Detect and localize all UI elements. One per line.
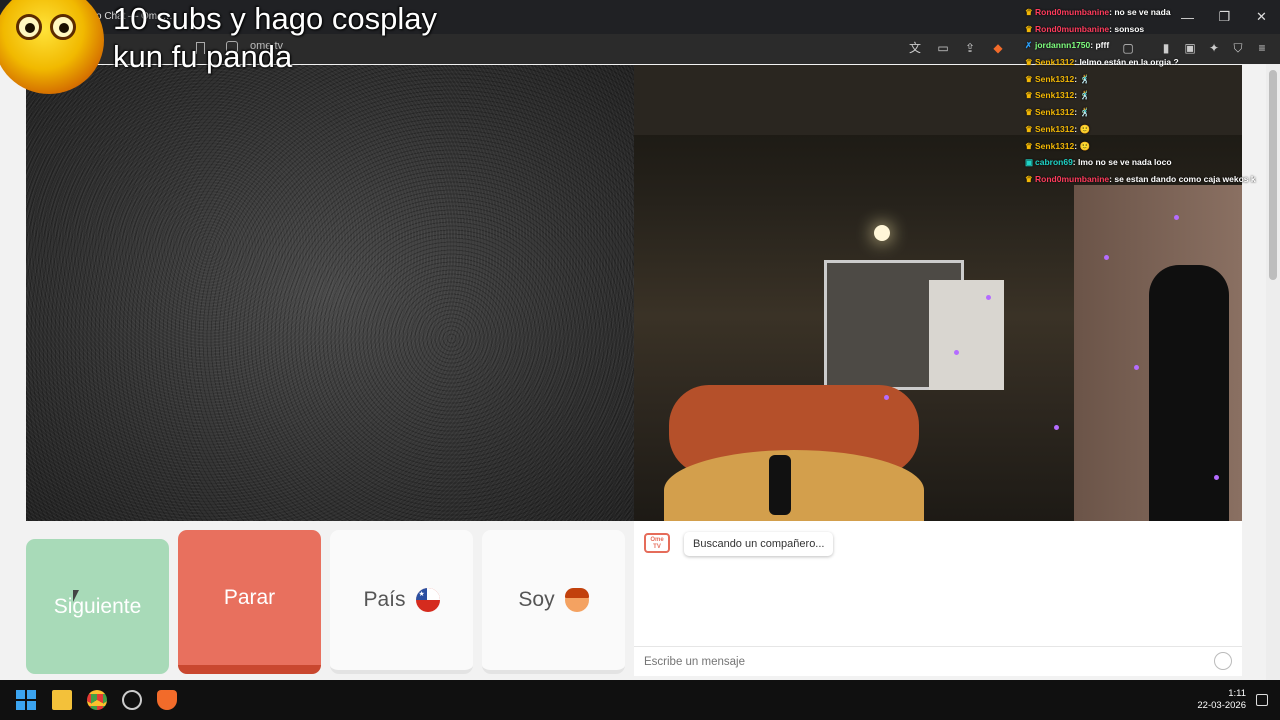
chat-text: se estan dando como caja wekos k <box>1114 173 1256 184</box>
system-clock[interactable]: 1:11 22-03-2026 <box>1197 688 1246 712</box>
chat-badge-icon: ✗ <box>1025 40 1033 51</box>
avatar-eye <box>50 14 76 40</box>
windows-start-icon[interactable] <box>16 690 36 710</box>
chat-username: Rond0mumbanine <box>1035 23 1110 34</box>
chat-message: ♛ Senk1312: 🕺 <box>1025 71 1275 88</box>
status-message: Buscando un compañero... <box>684 532 834 556</box>
chat-message: ♛ Senk1312: 🕺 <box>1025 87 1275 104</box>
chat-username: Senk1312 <box>1035 123 1075 134</box>
disco-light-dot <box>986 295 991 300</box>
chile-flag-icon: ★ <box>415 588 440 612</box>
country-button[interactable]: País ★ <box>330 530 473 674</box>
disco-light-dot <box>1054 425 1059 430</box>
next-label: Siguiente <box>53 594 142 618</box>
translate-icon[interactable]: 文 <box>908 41 922 55</box>
disco-light-dot <box>1174 215 1179 220</box>
chat-text: lmo no se ve nada loco <box>1078 157 1172 168</box>
crown-badge-icon: ♛ <box>1025 23 1033 34</box>
microphone <box>769 455 791 515</box>
crown-badge-icon: ♛ <box>1025 7 1033 17</box>
crown-badge-icon: ♛ <box>1025 57 1033 68</box>
chat-message: ♛ Rond0mumbanine: sonsos <box>1025 21 1275 38</box>
chat-message: ✗ jordannn1750: pfff <box>1025 37 1275 54</box>
chat-username: Senk1312 <box>1035 140 1075 151</box>
stream-overlay-text: 10 subs y hago cosplay kun fu panda <box>113 0 437 76</box>
stream-chat-overlay: ♛ Rond0mumbanine: no se ve nada ♛ Rond0mumb… <box>1025 4 1275 188</box>
chat-message: ♛ Senk1312: 🕺 <box>1025 104 1275 121</box>
notifications-icon[interactable] <box>1256 694 1268 706</box>
chat-text: 🕺 <box>1079 107 1091 118</box>
chat-message: ♛ Rond0mumbanine: se estan dando como caj… <box>1025 171 1275 188</box>
chat-message: ♛ Senk1312: 🙂 <box>1025 138 1275 155</box>
chat-text: sonsos <box>1114 23 1145 34</box>
chat-text: 🕺 <box>1079 73 1091 84</box>
chat-badge-icon: ▣ <box>1025 157 1034 168</box>
ceiling-light <box>874 225 890 241</box>
round-table <box>664 450 924 521</box>
brave-browser-icon[interactable] <box>157 690 177 710</box>
chrome-icon[interactable] <box>87 690 107 710</box>
clock-time: 1:11 <box>1228 688 1246 699</box>
next-button[interactable]: Siguiente <box>26 539 169 674</box>
crown-badge-icon: ♛ <box>1025 73 1033 84</box>
stop-button[interactable]: Parar <box>178 530 321 674</box>
disco-light-dot <box>1104 255 1109 260</box>
overlay-line-2: kun fu panda <box>113 39 293 74</box>
obs-icon[interactable] <box>122 690 142 710</box>
overlay-line-1: 10 subs y hago cosplay <box>113 1 437 36</box>
chat-message: ♛ Senk1312: lelmo están en la orgia ? <box>1025 54 1275 71</box>
ome-tv-logo-icon: Ome TV <box>644 533 670 553</box>
chat-username: Rond0mumbanine <box>1035 173 1110 184</box>
white-sheet <box>929 280 1004 390</box>
chat-text: no se ve nada <box>1114 7 1171 17</box>
chat-username: jordannn1750 <box>1035 40 1091 51</box>
chat-text: lelmo están en la orgia ? <box>1079 57 1179 68</box>
disco-light-dot <box>884 395 889 400</box>
clock-date: 22-03-2026 <box>1197 700 1246 711</box>
crown-badge-icon: ♛ <box>1025 123 1033 134</box>
share-icon[interactable]: ⇪ <box>963 41 977 55</box>
chat-text: 🙂 <box>1079 140 1091 151</box>
brave-shield-icon[interactable]: ◆ <box>991 41 1005 55</box>
chat-username: cabron69 <box>1035 157 1073 168</box>
chat-username: Rond0mumbanine <box>1035 7 1110 17</box>
disco-light-dot <box>954 350 959 355</box>
file-explorer-icon[interactable] <box>52 690 72 710</box>
disco-light-dot <box>1134 365 1139 370</box>
chat-message: ▣ cabron69: lmo no se ve nada loco <box>1025 154 1275 171</box>
crown-badge-icon: ♛ <box>1025 90 1033 101</box>
chat-username: Senk1312 <box>1035 73 1075 84</box>
crown-badge-icon: ♛ <box>1025 140 1033 151</box>
disco-light-dot <box>1214 475 1219 480</box>
chat-text: pfff <box>1095 40 1110 51</box>
windows-taskbar: 1:11 22-03-2026 <box>0 680 1280 720</box>
chat-message: ♛ Senk1312: 🙂 <box>1025 121 1275 138</box>
standing-person <box>1149 265 1229 521</box>
chat-panel: Ome TV Buscando un compañero... <box>634 521 1242 676</box>
message-input[interactable] <box>634 646 1242 676</box>
crown-badge-icon: ♛ <box>1025 173 1033 184</box>
avatar-eye <box>16 14 42 40</box>
gender-button[interactable]: Soy <box>482 530 625 674</box>
chat-text: 🙂 <box>1079 123 1091 134</box>
boy-face-icon <box>564 588 589 612</box>
chat-username: Senk1312 <box>1035 107 1075 118</box>
chat-username: Senk1312 <box>1035 90 1075 101</box>
partner-video-static <box>26 65 634 521</box>
emoji-icon[interactable] <box>1214 652 1232 670</box>
crown-badge-icon: ♛ <box>1025 107 1033 118</box>
cast-icon[interactable]: ▭ <box>936 41 950 55</box>
chat-username: Senk1312 <box>1035 57 1075 68</box>
gender-label: Soy <box>518 588 555 611</box>
stop-label: Parar <box>223 585 276 609</box>
chat-text: 🕺 <box>1079 90 1091 101</box>
chat-message: ♛ Rond0mumbanine: no se ve nada <box>1025 4 1275 21</box>
mouse-cursor <box>73 590 79 602</box>
country-label: País <box>363 588 406 611</box>
